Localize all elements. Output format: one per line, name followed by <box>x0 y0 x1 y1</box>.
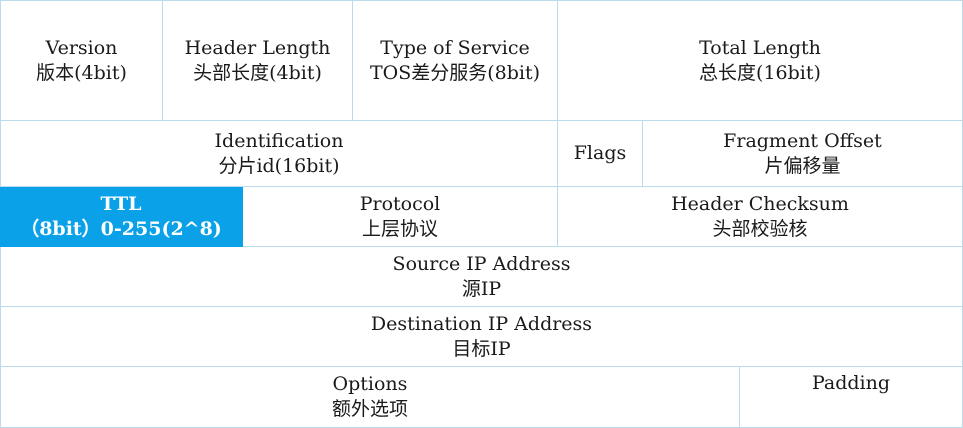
field-ttl-zh: （8bit）0-255(2^8) <box>20 217 222 240</box>
field-protocol-zh: 上层协议 <box>361 217 438 240</box>
field-protocol-en: Protocol <box>359 192 441 215</box>
field-padding-en: Padding <box>811 372 891 394</box>
field-identification-zh: 分片id(16bit) <box>218 154 340 177</box>
field-total-length: Total Length 总长度(16bit) <box>558 0 963 121</box>
field-header-length-en: Header Length <box>184 36 331 59</box>
field-version-zh: 版本(4bit) <box>36 61 127 84</box>
field-header-checksum: Header Checksum 头部校验核 <box>558 187 963 247</box>
field-ttl: TTL （8bit）0-255(2^8) <box>0 187 243 247</box>
field-identification-en: Identification <box>214 129 344 152</box>
field-version: Version 版本(4bit) <box>0 0 163 121</box>
field-destination-ip: Destination IP Address 目标IP <box>0 307 963 367</box>
field-flags: Flags <box>558 121 643 187</box>
field-ttl-en: TTL <box>100 192 142 215</box>
field-source-ip-zh: 源IP <box>461 277 502 300</box>
field-type-of-service: Type of Service TOS差分服务(8bit) <box>353 0 558 121</box>
field-source-ip-en: Source IP Address <box>392 252 571 275</box>
field-destination-ip-en: Destination IP Address <box>370 312 593 335</box>
field-fragment-offset-zh: 片偏移量 <box>764 154 841 177</box>
field-header-length-zh: 头部长度(4bit) <box>193 61 322 84</box>
field-header-length: Header Length 头部长度(4bit) <box>163 0 353 121</box>
field-protocol: Protocol 上层协议 <box>243 187 558 247</box>
field-options-en: Options <box>332 373 408 395</box>
field-padding: Padding <box>740 367 963 428</box>
field-type-of-service-en: Type of Service <box>380 36 530 59</box>
field-header-checksum-en: Header Checksum <box>671 192 849 215</box>
field-options-zh: 额外选项 <box>331 398 408 420</box>
field-fragment-offset-en: Fragment Offset <box>723 129 882 152</box>
ip-header-diagram: Version 版本(4bit) Header Length 头部长度(4bit… <box>0 0 963 428</box>
field-total-length-en: Total Length <box>699 36 821 59</box>
field-flags-en: Flags <box>573 142 627 164</box>
field-options: Options 额外选项 <box>0 367 740 428</box>
field-version-en: Version <box>45 36 118 59</box>
field-source-ip: Source IP Address 源IP <box>0 247 963 307</box>
field-destination-ip-zh: 目标IP <box>452 337 511 360</box>
field-fragment-offset: Fragment Offset 片偏移量 <box>643 121 963 187</box>
field-header-checksum-zh: 头部校验核 <box>712 217 808 240</box>
field-identification: Identification 分片id(16bit) <box>0 121 558 187</box>
field-type-of-service-zh: TOS差分服务(8bit) <box>369 61 541 84</box>
field-total-length-zh: 总长度(16bit) <box>699 61 821 84</box>
